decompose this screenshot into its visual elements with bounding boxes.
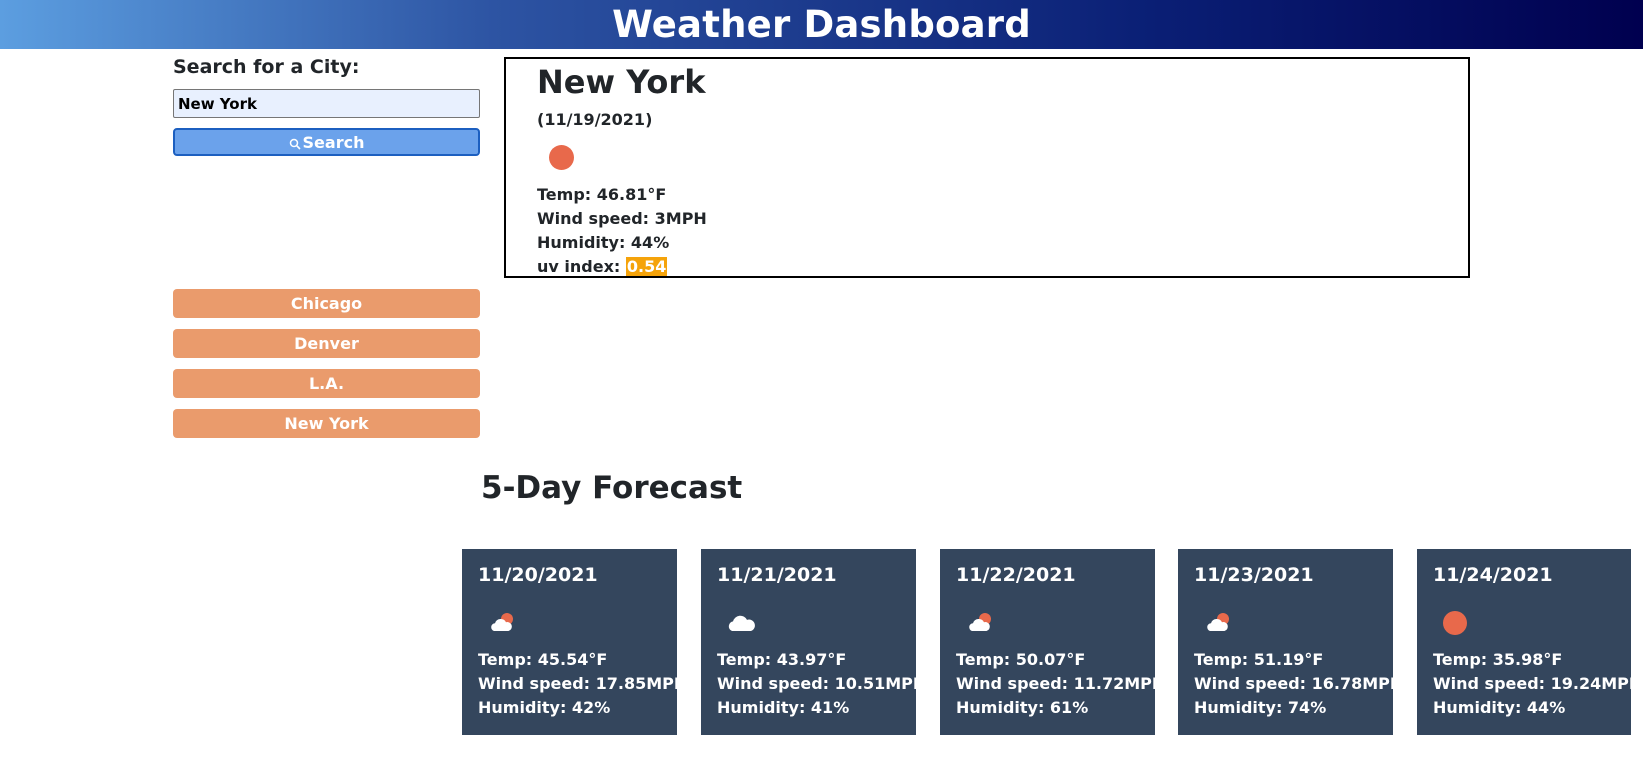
forecast-humidity: Humidity: 41% (717, 698, 850, 717)
partly-cloudy-icon (491, 613, 513, 631)
forecast-temp: Temp: 43.97°F (717, 650, 847, 669)
page-title: Weather Dashboard (612, 3, 1031, 46)
forecast-wind: Wind speed: 17.85MPH (478, 674, 688, 693)
forecast-temp: Temp: 45.54°F (478, 650, 608, 669)
history-button-denver[interactable]: Denver (173, 329, 480, 358)
sun-icon (549, 145, 574, 170)
current-uv: uv index: 0.54 (537, 257, 668, 276)
forecast-wind: Wind speed: 10.51MPH (717, 674, 927, 693)
search-button-label: Search (302, 132, 365, 152)
forecast-card: 11/24/2021 Temp: 35.98°F Wind speed: 19.… (1417, 549, 1642, 735)
forecast-date: 11/20/2021 (478, 564, 598, 586)
forecast-date: 11/23/2021 (1194, 564, 1314, 586)
forecast-date: 11/24/2021 (1433, 564, 1553, 586)
forecast-temp: Temp: 50.07°F (956, 650, 1086, 669)
current-humidity: Humidity: 44% (537, 233, 670, 252)
current-weather-panel: New York (11/19/2021) Temp: 46.81°F Wind… (504, 57, 1470, 278)
history-button-chicago[interactable]: Chicago (173, 289, 480, 318)
forecast-humidity: Humidity: 44% (1433, 698, 1566, 717)
history-button-la[interactable]: L.A. (173, 369, 480, 398)
partly-cloudy-icon (1207, 613, 1229, 631)
forecast-wind: Wind speed: 19.24MPH (1433, 674, 1643, 693)
sun-icon (1443, 611, 1467, 635)
forecast-title: 5-Day Forecast (481, 470, 743, 506)
page-header: Weather Dashboard (0, 0, 1643, 49)
forecast-card: 11/22/2021 Temp: 50.07°F Wind speed: 11.… (940, 549, 1165, 735)
partly-cloudy-icon (969, 613, 991, 631)
current-date: (11/19/2021) (537, 110, 653, 129)
forecast-temp: Temp: 35.98°F (1433, 650, 1563, 669)
forecast-card: 11/23/2021 Temp: 51.19°F Wind speed: 16.… (1178, 549, 1403, 735)
forecast-temp: Temp: 51.19°F (1194, 650, 1324, 669)
forecast-humidity: Humidity: 61% (956, 698, 1089, 717)
current-city-name: New York (537, 63, 706, 101)
cloud-icon (728, 615, 755, 631)
city-search-input[interactable] (173, 89, 480, 118)
forecast-card: 11/21/2021 Temp: 43.97°F Wind speed: 10.… (701, 549, 926, 735)
forecast-card: 11/20/2021 Temp: 45.54°F Wind speed: 17.… (462, 549, 687, 735)
forecast-date: 11/21/2021 (717, 564, 837, 586)
search-icon (289, 138, 301, 150)
search-label: Search for a City: (173, 56, 360, 78)
current-wind: Wind speed: 3MPH (537, 209, 707, 228)
current-temp: Temp: 46.81°F (537, 185, 667, 204)
forecast-date: 11/22/2021 (956, 564, 1076, 586)
search-button[interactable]: Search (173, 128, 480, 156)
forecast-humidity: Humidity: 42% (478, 698, 611, 717)
forecast-wind: Wind speed: 11.72MPH (956, 674, 1166, 693)
uv-badge: 0.54 (625, 257, 668, 276)
forecast-humidity: Humidity: 74% (1194, 698, 1327, 717)
history-button-new-york[interactable]: New York (173, 409, 480, 438)
forecast-wind: Wind speed: 16.78MPH (1194, 674, 1404, 693)
uv-label: uv index: (537, 257, 621, 276)
